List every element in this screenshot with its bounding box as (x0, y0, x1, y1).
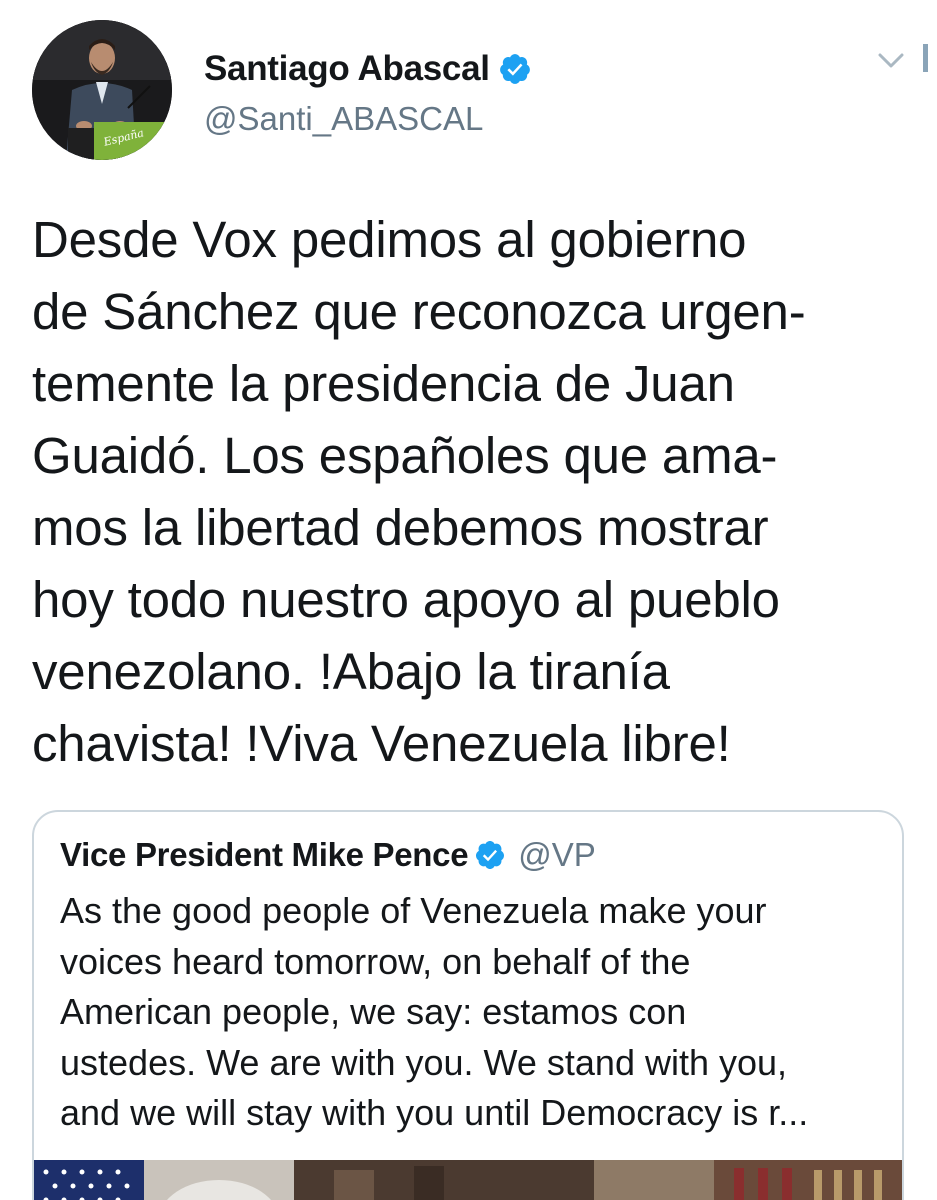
quoted-tweet-media[interactable] (34, 1160, 902, 1200)
quoted-tweet-header: Vice President Mike Pence @VP (60, 832, 596, 878)
author-avatar[interactable]: España (32, 20, 172, 160)
quoted-tweet-text: As the good people of Venezuela make you… (60, 890, 809, 1133)
chevron-down-icon[interactable] (876, 50, 906, 72)
verified-badge-icon (474, 839, 506, 871)
verified-badge-icon (498, 52, 532, 86)
quoted-author-handle: @VP (518, 836, 596, 873)
scrollbar-edge (923, 44, 928, 72)
tweet-screenshot: España Santiago Abascal @Santi_ABASCAL D… (0, 0, 937, 1200)
tweet-text: Desde Vox pedimos al gobierno de Sánchez… (32, 211, 806, 772)
quoted-author-name: Vice President Mike Pence (60, 836, 469, 873)
author-handle[interactable]: @Santi_ABASCAL (204, 100, 483, 138)
media-image (34, 1160, 902, 1200)
quoted-tweet-card[interactable]: Vice President Mike Pence @VP As the goo… (32, 810, 904, 1200)
author-name-row: Santiago Abascal (204, 46, 532, 92)
avatar-photo: España (32, 20, 172, 160)
author-display-name[interactable]: Santiago Abascal (204, 49, 490, 89)
